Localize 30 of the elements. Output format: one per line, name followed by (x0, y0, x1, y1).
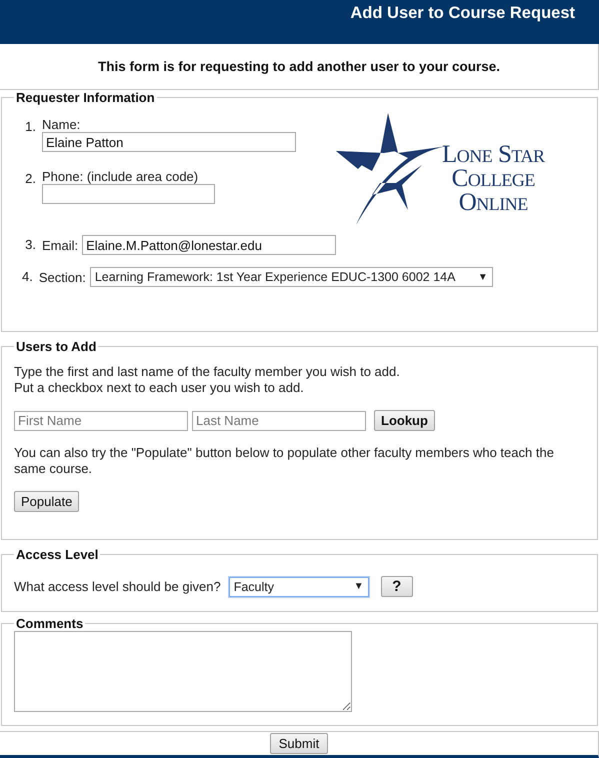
page-title: Add User to Course Request (350, 4, 575, 23)
populate-button[interactable]: Populate (14, 491, 80, 512)
field-label: Email: (42, 238, 78, 252)
section-legend: Comments (14, 616, 86, 631)
email-field[interactable]: Elaine.M.Patton@lonestar.edu (82, 235, 336, 255)
section-dropdown[interactable]: Learning Framework: 1st Year Experience EDUC-1300 6002 14A ▼ (90, 267, 493, 287)
first-name-field[interactable]: First Name (14, 410, 188, 430)
item-number: 2. (24, 170, 36, 188)
comments-field[interactable] (14, 631, 352, 712)
field-label: Name: (42, 117, 82, 132)
section-legend: Access Level (14, 547, 100, 562)
access-question: What access level should be given? (14, 579, 221, 594)
last-name-field[interactable]: Last Name (192, 410, 366, 430)
college-logo-text: Lone Star College Online (442, 143, 544, 215)
submit-button[interactable]: Submit (270, 733, 328, 754)
item-number: 1. (24, 118, 36, 136)
text-field[interactable] (42, 184, 215, 204)
item-number: 4. (22, 268, 33, 286)
item-number: 3. (24, 236, 36, 254)
populate-hint: You can also try the "Populate" button below to populate other faculty members who teach the same course. (14, 445, 555, 477)
section-legend: Requester Information (14, 90, 157, 105)
field-label: Phone: (include area code) (42, 169, 200, 184)
access-level-dropdown[interactable]: Faculty ▼ (228, 576, 369, 596)
intro-text: This form is for requesting to add another user to your course. (98, 59, 500, 74)
instructions-text: Type the first and last name of the faculty member you wish to add. Put a checkbox next to each user you wish to add. (14, 364, 401, 396)
text-field[interactable]: Elaine Patton (42, 132, 296, 152)
section-legend: Users to Add (14, 339, 98, 354)
field-label: Section: (38, 270, 86, 284)
lookup-button[interactable]: Lookup (374, 410, 435, 431)
help-button[interactable]: ? (380, 576, 413, 597)
